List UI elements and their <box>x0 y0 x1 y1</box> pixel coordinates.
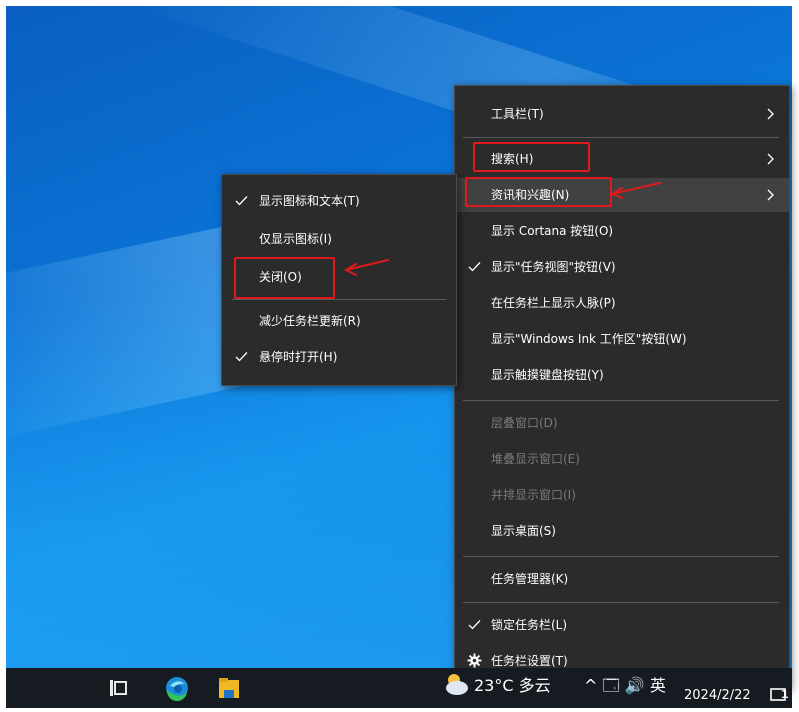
menu-item-label: 层叠窗口(D) <box>491 416 558 430</box>
menu-item-label: 并排显示窗口(I) <box>491 488 576 502</box>
taskbar-context-menu: 工具栏(T) 搜索(H) 资讯和兴趣(N) 显示 Cortana 按钮(O) 显… <box>454 85 790 689</box>
menu-item-label: 显示"Windows Ink 工作区"按钮(W) <box>491 332 687 346</box>
menu-item-label: 显示 Cortana 按钮(O) <box>491 224 614 238</box>
menu-item-toolbars[interactable]: 工具栏(T) <box>455 97 789 131</box>
menu-item-label: 减少任务栏更新(R) <box>259 314 361 328</box>
system-tray[interactable]: ^ 🗔 🔊 英 <box>584 672 666 702</box>
menu-item-side-by-side: 并排显示窗口(I) <box>455 478 789 512</box>
checkmark-icon <box>235 340 249 374</box>
menu-separator <box>463 137 779 138</box>
menu-separator <box>463 556 779 557</box>
annotation-box-news-interests <box>465 177 612 207</box>
chevron-right-icon <box>767 178 777 212</box>
menu-separator <box>232 299 446 300</box>
task-view-icon[interactable] <box>107 668 129 708</box>
clock-date[interactable]: 2024/2/22 <box>684 688 751 703</box>
menu-item-label: 显示桌面(S) <box>491 524 556 538</box>
menu-item-label: 工具栏(T) <box>491 107 544 121</box>
submenu-item-open-on-hover[interactable]: 悬停时打开(H) <box>222 340 456 374</box>
annotation-box-turn-off <box>234 257 335 299</box>
menu-item-cascade-windows: 层叠窗口(D) <box>455 406 789 440</box>
menu-item-label: 显示"任务视图"按钮(V) <box>491 260 616 274</box>
menu-item-label: 显示图标和文本(T) <box>259 194 360 208</box>
submenu-item-show-icon-only[interactable]: 仅显示图标(I) <box>222 222 456 256</box>
menu-item-show-ink-workspace[interactable]: 显示"Windows Ink 工作区"按钮(W) <box>455 322 789 356</box>
menu-item-label: 悬停时打开(H) <box>259 350 338 364</box>
submenu-item-show-icon-and-text[interactable]: 显示图标和文本(T) <box>222 184 456 218</box>
menu-item-show-people[interactable]: 在任务栏上显示人脉(P) <box>455 286 789 320</box>
menu-item-show-cortana[interactable]: 显示 Cortana 按钮(O) <box>455 214 789 248</box>
chevron-right-icon <box>767 142 777 176</box>
menu-item-show-task-view[interactable]: 显示"任务视图"按钮(V) <box>455 250 789 284</box>
notification-badge: 1 <box>781 688 789 701</box>
menu-item-label: 在任务栏上显示人脉(P) <box>491 296 616 310</box>
menu-separator <box>463 602 779 603</box>
annotation-box-search <box>473 142 590 172</box>
menu-item-label: 任务管理器(K) <box>491 572 569 586</box>
checkmark-icon <box>468 608 482 642</box>
taskbar: 23°C 多云 ^ 🗔 🔊 英 2024/2/22 1 <box>6 668 792 708</box>
menu-item-show-touch-keyboard[interactable]: 显示触摸键盘按钮(Y) <box>455 358 789 392</box>
checkmark-icon <box>468 250 482 284</box>
menu-item-label: 锁定任务栏(L) <box>491 618 568 632</box>
menu-item-stack-windows: 堆叠显示窗口(E) <box>455 442 789 476</box>
menu-separator <box>463 400 779 401</box>
submenu-item-reduce-updates[interactable]: 减少任务栏更新(R) <box>222 304 456 338</box>
menu-item-label: 仅显示图标(I) <box>259 232 332 246</box>
file-explorer-icon[interactable] <box>215 668 243 708</box>
weather-icon[interactable] <box>442 668 470 708</box>
menu-item-task-manager[interactable]: 任务管理器(K) <box>455 562 789 596</box>
edge-icon[interactable] <box>163 668 191 708</box>
chevron-right-icon <box>767 97 777 131</box>
menu-item-label: 显示触摸键盘按钮(Y) <box>491 368 604 382</box>
menu-item-lock-taskbar[interactable]: 锁定任务栏(L) <box>455 608 789 642</box>
checkmark-icon <box>235 184 249 218</box>
menu-item-show-desktop[interactable]: 显示桌面(S) <box>455 514 789 548</box>
weather-text[interactable]: 23°C 多云 <box>474 672 551 696</box>
menu-item-label: 堆叠显示窗口(E) <box>491 452 580 466</box>
